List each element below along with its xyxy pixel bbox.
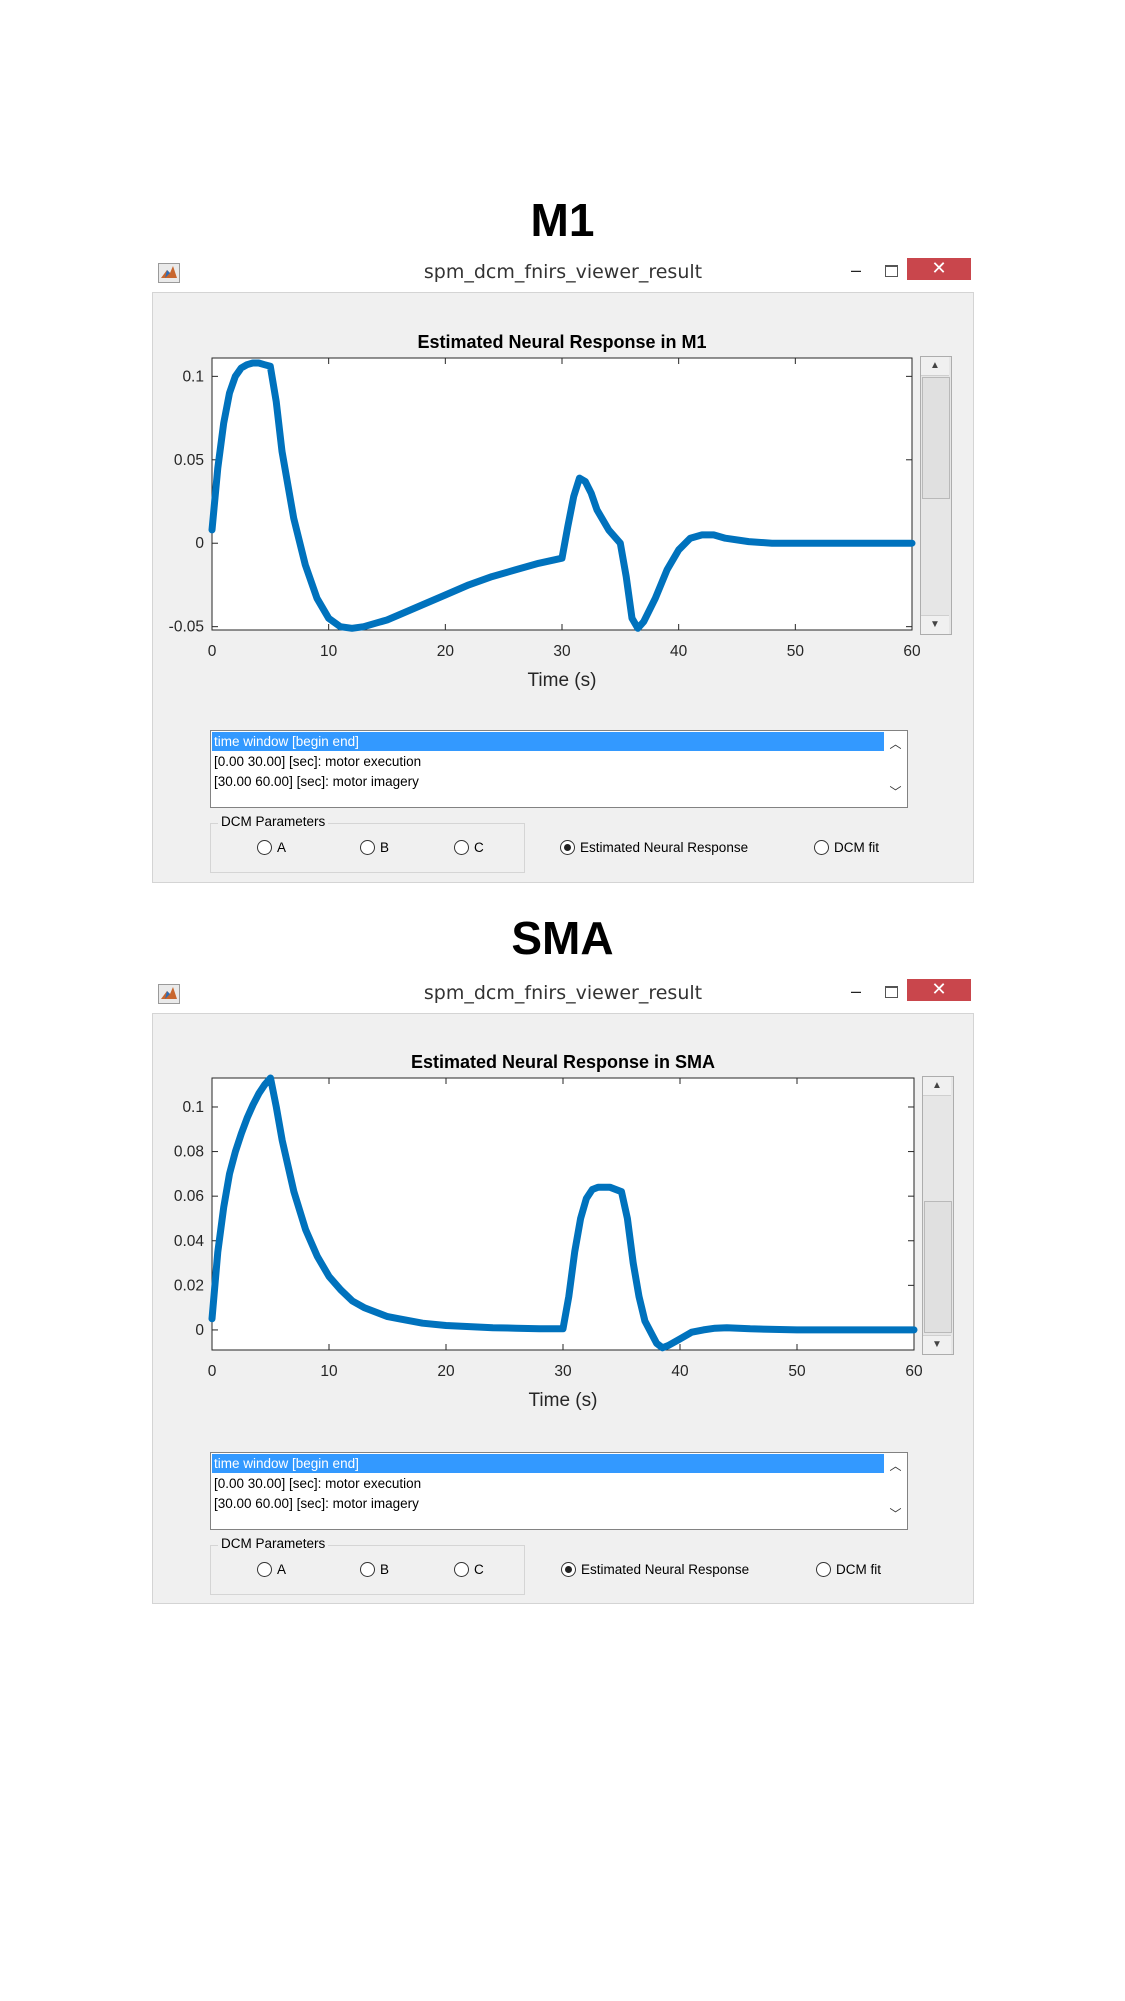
x-tick-label: 30	[553, 643, 571, 660]
figure-client-area: Estimated Neural Response in SMA 0 10 20 30 4…	[152, 1013, 974, 1604]
radio-label: B	[380, 840, 390, 855]
scroll-up-arrow-icon[interactable]: ▲	[923, 1077, 951, 1096]
radio-label: C	[474, 1562, 484, 1577]
radio-label: DCM fit	[834, 840, 879, 855]
radio-label: A	[277, 840, 287, 855]
list-item[interactable]: [0.00 30.00] [sec]: motor execution	[212, 1474, 884, 1493]
scroll-thumb[interactable]	[922, 377, 950, 499]
scroll-thumb[interactable]	[924, 1201, 952, 1333]
radio-label: Estimated Neural Response	[580, 840, 749, 855]
viewer-window-m1: spm_dcm_fnirs_viewer_result – ✕ Estimate…	[152, 258, 974, 884]
maximize-icon	[885, 986, 898, 998]
list-item[interactable]: [0.00 30.00] [sec]: motor execution	[212, 752, 884, 771]
chevron-down-icon[interactable]: ﹀	[884, 783, 907, 800]
x-tick-label: 30	[554, 1363, 572, 1380]
radio-label: B	[380, 1562, 390, 1577]
x-tick-label: 50	[787, 643, 805, 660]
x-tick-label: 0	[208, 1363, 217, 1380]
y-tick-label: -0.05	[169, 619, 204, 636]
x-tick-label: 60	[903, 643, 921, 660]
close-button[interactable]: ✕	[907, 258, 971, 280]
radio-circle-icon	[560, 840, 575, 855]
y-tick-label: 0.06	[174, 1188, 204, 1205]
panel-heading-sma: SMA	[511, 912, 614, 964]
x-axis-label: Time (s)	[529, 1390, 598, 1411]
chart-title: Estimated Neural Response in M1	[417, 332, 706, 352]
x-tick-label: 50	[788, 1363, 806, 1380]
group-title: DCM Parameters	[218, 814, 329, 829]
radio-circle-icon	[360, 840, 375, 855]
x-tick-label: 40	[671, 1363, 689, 1380]
neural-response-chart-m1: Estimated Neural Response in M1 0 10 20 30 40…	[169, 332, 921, 691]
maximize-icon	[885, 265, 898, 277]
scroll-down-arrow-icon[interactable]: ▼	[923, 1335, 951, 1354]
x-tick-label: 10	[320, 1363, 338, 1380]
radio-label: Estimated Neural Response	[581, 1562, 750, 1577]
plot-scrollbar[interactable]: ▲ ▼	[922, 1076, 954, 1355]
radio-selected-dot-icon	[565, 1566, 572, 1573]
listbox-scrollbar[interactable]: ︿ ﹀	[884, 1453, 907, 1529]
x-tick-label: 20	[437, 643, 455, 660]
scroll-down-arrow-icon[interactable]: ▼	[921, 615, 949, 634]
chevron-down-icon[interactable]: ﹀	[884, 1505, 907, 1522]
radio-circle-icon	[561, 1562, 576, 1577]
close-button[interactable]: ✕	[907, 979, 971, 1001]
chart-title: Estimated Neural Response in SMA	[411, 1052, 715, 1072]
time-window-listbox[interactable]: time window [begin end] [0.00 30.00] [se…	[210, 1452, 908, 1530]
listbox-scrollbar[interactable]: ︿ ﹀	[884, 731, 907, 807]
maximize-button[interactable]	[880, 260, 902, 282]
title-bar[interactable]: spm_dcm_fnirs_viewer_result – ✕	[152, 979, 974, 1007]
radio-circle-icon	[454, 1562, 469, 1577]
scroll-up-arrow-icon[interactable]: ▲	[921, 357, 949, 376]
y-tick-label: 0.02	[174, 1277, 204, 1294]
time-window-listbox[interactable]: time window [begin end] [0.00 30.00] [se…	[210, 730, 908, 808]
viewer-window-sma: spm_dcm_fnirs_viewer_result – ✕ Estimate…	[152, 979, 974, 1605]
radio-circle-icon	[454, 840, 469, 855]
title-bar[interactable]: spm_dcm_fnirs_viewer_result – ✕	[152, 258, 974, 286]
y-tick-label: 0	[195, 535, 204, 552]
radio-selected-dot-icon	[564, 844, 571, 851]
x-tick-label: 60	[905, 1363, 923, 1380]
minimize-button[interactable]: –	[845, 260, 867, 282]
x-tick-label: 10	[320, 643, 338, 660]
list-item[interactable]: [30.00 60.00] [sec]: motor imagery	[212, 1494, 884, 1513]
radio-circle-icon	[360, 1562, 375, 1577]
list-item[interactable]: time window [begin end]	[212, 1454, 884, 1473]
radio-circle-icon	[814, 840, 829, 855]
y-tick-label: 0.1	[182, 368, 204, 385]
radio-circle-icon	[257, 1562, 272, 1577]
x-tick-label: 40	[670, 643, 688, 660]
x-tick-label: 0	[208, 643, 217, 660]
figure-client-area: Estimated Neural Response in M1 0 10 20 30 40…	[152, 292, 974, 883]
minimize-button[interactable]: –	[845, 981, 867, 1003]
radio-circle-icon	[816, 1562, 831, 1577]
list-item[interactable]: time window [begin end]	[212, 732, 884, 751]
plot-scrollbar[interactable]: ▲ ▼	[920, 356, 952, 635]
radio-circle-icon	[257, 840, 272, 855]
y-tick-label: 0	[195, 1322, 204, 1339]
radio-label: C	[474, 840, 484, 855]
maximize-button[interactable]	[880, 981, 902, 1003]
chevron-up-icon[interactable]: ︿	[884, 1457, 907, 1474]
group-title: DCM Parameters	[218, 1536, 329, 1551]
y-tick-label: 0.04	[174, 1233, 205, 1250]
y-tick-label: 0.1	[182, 1099, 204, 1116]
list-item[interactable]: [30.00 60.00] [sec]: motor imagery	[212, 772, 884, 791]
y-tick-label: 0.05	[174, 452, 204, 469]
radio-label: A	[277, 1562, 287, 1577]
radio-label: DCM fit	[836, 1562, 881, 1577]
x-tick-label: 20	[437, 1363, 455, 1380]
chevron-up-icon[interactable]: ︿	[884, 735, 907, 752]
neural-response-chart-sma: Estimated Neural Response in SMA 0 10 20 30 4…	[174, 1052, 923, 1411]
panel-heading-m1: M1	[530, 194, 595, 246]
y-tick-label: 0.08	[174, 1144, 204, 1161]
x-axis-label: Time (s)	[528, 670, 597, 691]
